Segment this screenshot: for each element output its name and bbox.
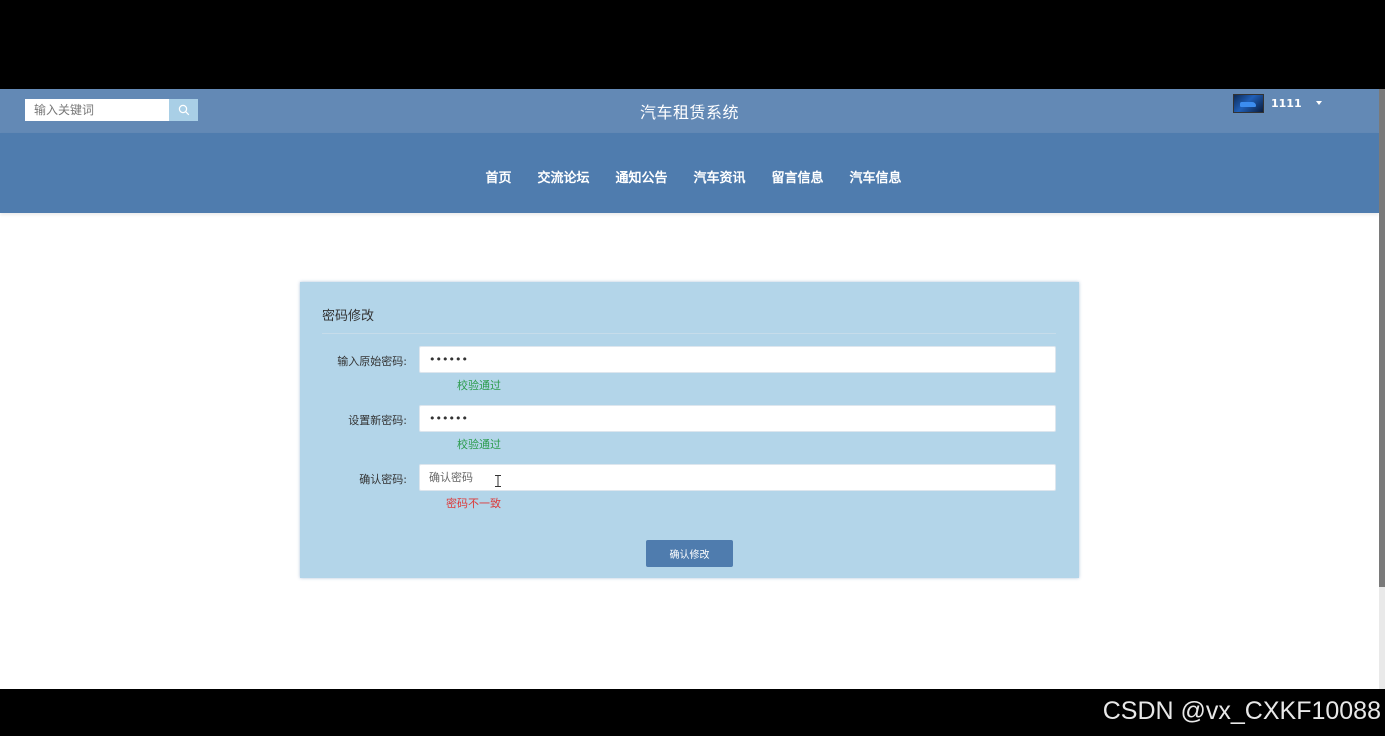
nav-list: 首页 交流论坛 通知公告 汽车资讯 留言信息 汽车信息 bbox=[0, 167, 1379, 186]
old-password-field[interactable] bbox=[419, 346, 1056, 373]
nav-item-notice[interactable]: 通知公告 bbox=[615, 167, 667, 186]
site-title: 汽车租赁系统 bbox=[639, 103, 739, 122]
new-password-row: 设置新密码: bbox=[300, 405, 1079, 433]
scrollbar[interactable] bbox=[1379, 89, 1385, 689]
new-password-field[interactable] bbox=[419, 405, 1056, 432]
scrollbar-thumb[interactable] bbox=[1379, 89, 1385, 587]
confirm-password-row: 确认密码: bbox=[300, 464, 1079, 492]
new-password-hint: 校验通过 bbox=[457, 438, 501, 451]
confirm-password-hint: 密码不一致 bbox=[446, 497, 501, 510]
page: 汽车租赁系统 1111 首页 交流论坛 通知公告 汽车资讯 留言信息 汽车信息 … bbox=[0, 89, 1379, 689]
nav-item-cars[interactable]: 汽车信息 bbox=[850, 167, 902, 186]
watermark: CSDN @vx_CXKF10088 bbox=[1102, 697, 1381, 725]
text-cursor-icon bbox=[495, 475, 501, 487]
panel-title: 密码修改 bbox=[322, 309, 375, 324]
main-nav: 首页 交流论坛 通知公告 汽车资讯 留言信息 汽车信息 bbox=[0, 133, 1379, 213]
new-password-label: 设置新密码: bbox=[348, 414, 407, 427]
old-password-row: 输入原始密码: bbox=[300, 346, 1079, 374]
avatar[interactable] bbox=[1233, 93, 1264, 113]
nav-item-home[interactable]: 首页 bbox=[485, 167, 511, 186]
nav-item-news[interactable]: 汽车资讯 bbox=[694, 167, 746, 186]
nav-item-messages[interactable]: 留言信息 bbox=[772, 167, 824, 186]
confirm-password-label: 确认密码: bbox=[359, 473, 407, 486]
caret-down-icon[interactable] bbox=[1315, 101, 1322, 105]
old-password-label: 输入原始密码: bbox=[337, 355, 407, 368]
username[interactable]: 1111 bbox=[1271, 97, 1302, 110]
confirm-password-field[interactable] bbox=[419, 464, 1056, 491]
old-password-hint: 校验通过 bbox=[457, 379, 501, 392]
user-menu[interactable]: 1111 bbox=[1233, 93, 1322, 113]
confirm-change-button[interactable]: 确认修改 bbox=[646, 540, 733, 567]
nav-item-forum[interactable]: 交流论坛 bbox=[537, 167, 589, 186]
top-bar: 汽车租赁系统 1111 bbox=[0, 89, 1379, 133]
panel-divider bbox=[322, 333, 1056, 334]
password-change-panel: 密码修改 输入原始密码: 校验通过 设置新密码: 校验通过 确认密码: 密码不一… bbox=[300, 282, 1079, 578]
